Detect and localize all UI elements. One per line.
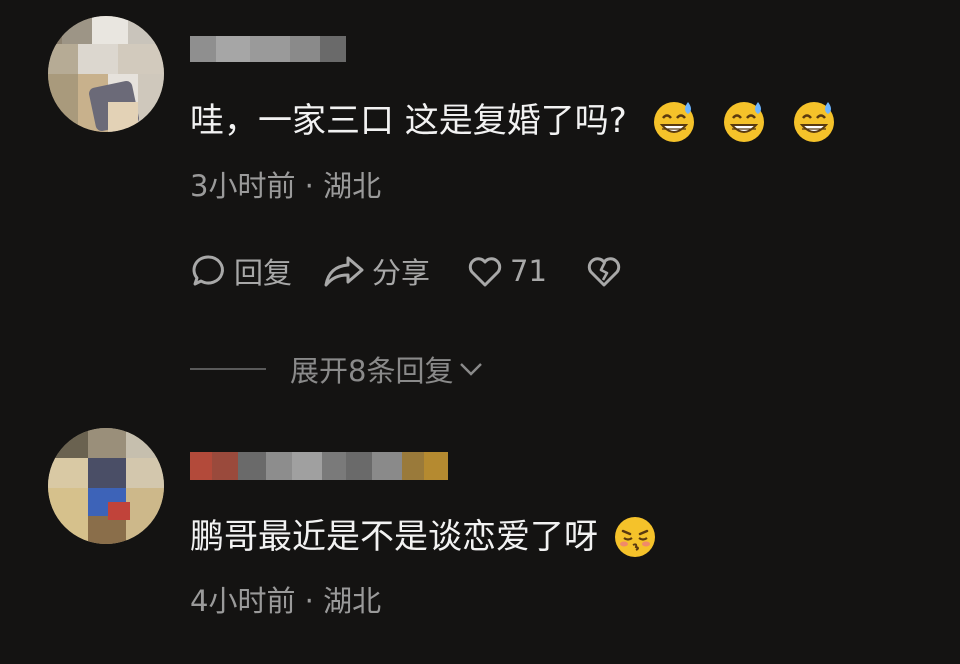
- kissing-emoji: [615, 517, 655, 557]
- comment-text: 鹏哥最近是不是谈恋爱了呀: [190, 514, 658, 560]
- expand-replies-button[interactable]: 展开8条回复: [190, 348, 485, 390]
- broken-heart-icon: [587, 257, 621, 287]
- comment-text-label: 哇，一家三口 这是复婚了吗?: [190, 101, 627, 141]
- dislike-button[interactable]: [585, 253, 623, 289]
- comment-meta: 4小时前 · 湖北: [190, 584, 382, 618]
- divider-line: [190, 368, 266, 370]
- share-arrow-icon: [324, 256, 364, 287]
- comment-text: 哇，一家三口 这是复婚了吗?: [190, 98, 837, 144]
- reply-bubble-icon: [192, 255, 224, 286]
- comment-item: 哇，一家三口 这是复婚了吗? 3小时前 · 湖北 回复 分享 71 展开8条回复: [0, 0, 960, 410]
- share-label: 分享: [372, 256, 431, 290]
- comment-item: 鹏哥最近是不是谈恋爱了呀 4小时前 · 湖北: [0, 420, 960, 664]
- avatar[interactable]: [48, 428, 164, 544]
- comment-text-label: 鹏哥最近是不是谈恋爱了呀: [190, 517, 598, 557]
- username-blurred[interactable]: [190, 452, 448, 480]
- comment-meta: 3小时前 · 湖北: [190, 169, 382, 203]
- grinning-sweat-emoji: [723, 102, 764, 142]
- expand-replies-label: 展开8条回复: [290, 354, 454, 388]
- comment-actions: 回复 分享 71: [190, 250, 623, 292]
- grinning-sweat-emoji: [653, 102, 694, 142]
- heart-icon: [468, 257, 502, 287]
- reply-button[interactable]: 回复: [190, 250, 292, 292]
- grinning-sweat-emoji: [793, 102, 834, 142]
- share-button[interactable]: 分享: [322, 250, 430, 292]
- reply-label: 回复: [234, 256, 293, 290]
- like-button[interactable]: 71: [466, 253, 547, 289]
- username-blurred[interactable]: [190, 36, 346, 62]
- like-count: 71: [510, 254, 547, 288]
- avatar[interactable]: [48, 16, 164, 132]
- chevron-down-icon: [460, 363, 483, 376]
